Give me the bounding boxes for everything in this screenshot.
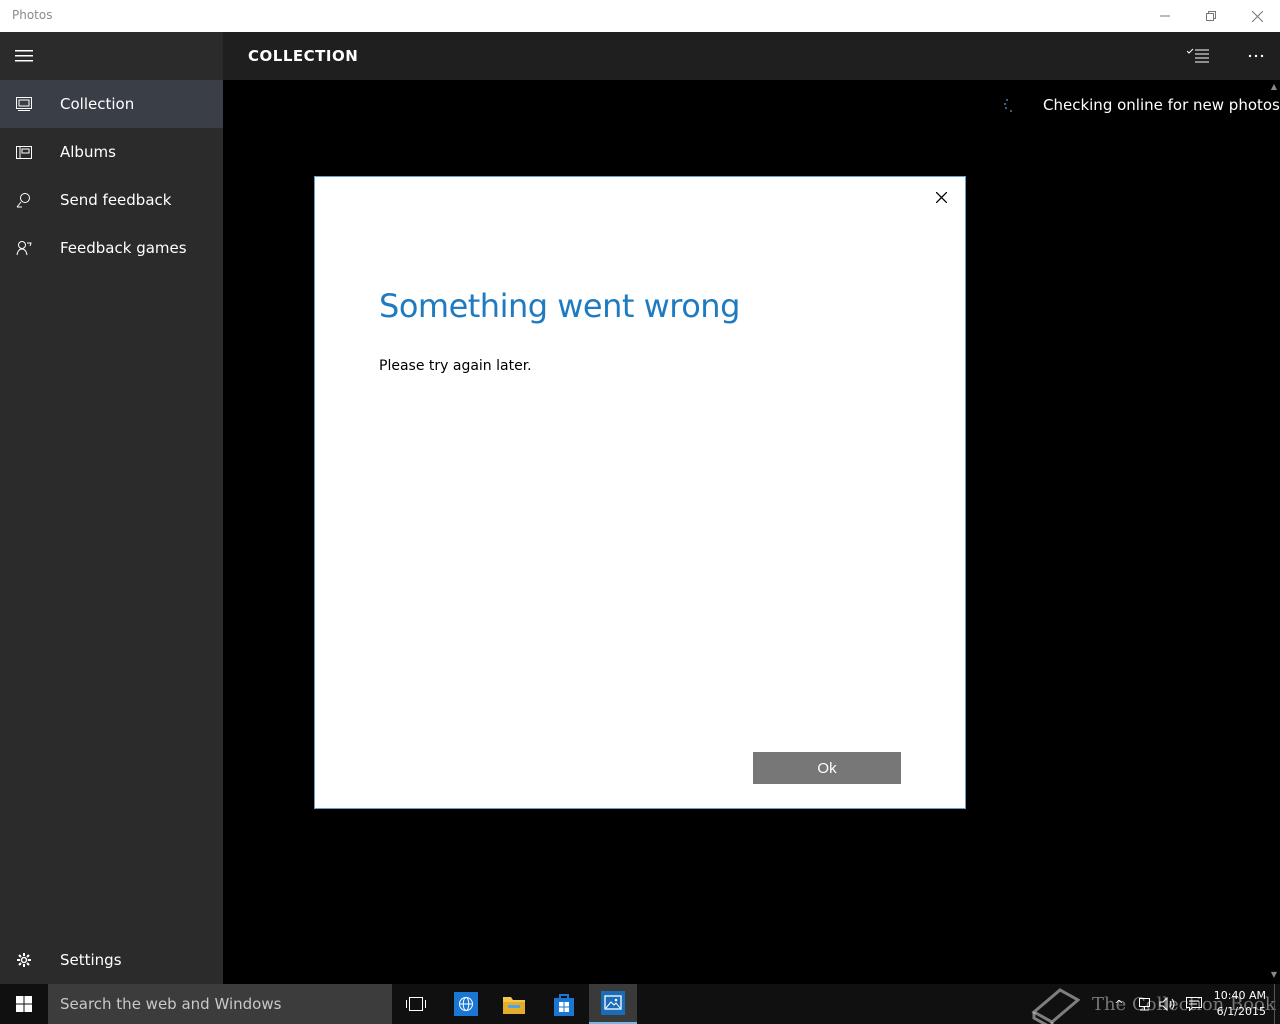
browser-button[interactable]: [442, 984, 490, 1024]
start-button[interactable]: [0, 984, 48, 1024]
book-icon: [1031, 988, 1080, 1024]
clock[interactable]: 10:40 AM 6/1/2015: [1212, 988, 1266, 1020]
store-icon: [554, 994, 574, 1016]
sync-status: Checking online for new photos: [1003, 96, 1280, 114]
photos-icon: [601, 991, 625, 1015]
nav-item-feedback-games[interactable]: Feedback games: [0, 224, 223, 272]
show-desktop-button[interactable]: [1274, 984, 1280, 1024]
dialog-close-button[interactable]: [927, 183, 955, 211]
page-title: COLLECTION: [248, 47, 359, 65]
store-button[interactable]: [540, 984, 588, 1024]
clock-date: 6/1/2015: [1216, 1005, 1266, 1018]
close-icon: [1251, 10, 1263, 22]
browser-icon: [454, 992, 478, 1016]
app-title: Photos: [12, 8, 53, 22]
nav-item-label: Albums: [60, 143, 116, 161]
photos-app-button[interactable]: [589, 984, 637, 1024]
nav-item-settings[interactable]: Settings: [0, 936, 223, 984]
message-icon: [1186, 997, 1202, 1011]
collection-icon: [0, 80, 48, 128]
network-button[interactable]: [1134, 984, 1154, 1024]
scroll-down-arrow-icon[interactable]: ▼: [1268, 970, 1280, 979]
hamburger-button[interactable]: [0, 32, 48, 80]
error-dialog: Something went wrong Please try again la…: [314, 176, 966, 809]
volume-button[interactable]: [1158, 984, 1178, 1024]
gear-icon: [0, 936, 48, 984]
nav-item-label: Collection: [60, 95, 135, 113]
feedback-icon: [0, 176, 48, 224]
clock-time: 10:40 AM: [1213, 989, 1266, 1002]
nav-item-send-feedback[interactable]: Send feedback: [0, 176, 223, 224]
album-icon: [0, 128, 48, 176]
chevron-up-icon: ^: [1114, 997, 1124, 1011]
restore-button[interactable]: [1188, 0, 1234, 32]
nav-item-label: Settings: [60, 951, 122, 969]
close-icon: [935, 191, 947, 203]
scroll-up-arrow-icon[interactable]: ▲: [1268, 82, 1280, 91]
dialog-message: Please try again later.: [379, 358, 532, 374]
nav-pane: Collection Albums Send feedback Feedback…: [0, 32, 223, 984]
nav-item-label: Feedback games: [60, 239, 187, 257]
select-list-icon: [1187, 48, 1209, 63]
select-button[interactable]: [1174, 32, 1222, 80]
windows-logo-icon: [16, 996, 32, 1012]
games-icon: [0, 224, 48, 272]
file-explorer-button[interactable]: [490, 984, 538, 1024]
status-text: Checking online for new photos: [1043, 96, 1280, 114]
more-icon: [1248, 54, 1264, 58]
ok-button[interactable]: Ok: [753, 752, 901, 784]
nav-item-collection[interactable]: Collection: [0, 80, 223, 128]
app-header: COLLECTION: [223, 32, 1280, 80]
show-hidden-icons-button[interactable]: ^: [1112, 984, 1126, 1024]
nav-item-albums[interactable]: Albums: [0, 128, 223, 176]
minimize-button[interactable]: [1142, 0, 1188, 32]
task-view-icon: [406, 997, 426, 1011]
taskbar: Search the web and Windows The Collectio…: [0, 984, 1280, 1024]
search-input[interactable]: Search the web and Windows: [48, 984, 392, 1024]
nav-item-label: Send feedback: [60, 191, 172, 209]
dialog-title: Something went wrong: [379, 287, 740, 325]
hamburger-icon: [15, 50, 33, 62]
volume-icon: [1159, 997, 1175, 1011]
progress-ring-icon: [1004, 99, 1012, 112]
title-bar: Photos: [0, 0, 1280, 32]
minimize-icon: [1160, 15, 1170, 17]
more-button[interactable]: [1232, 32, 1280, 80]
task-view-button[interactable]: [392, 984, 440, 1024]
file-explorer-icon: [503, 997, 525, 1014]
close-window-button[interactable]: [1234, 0, 1280, 32]
network-icon: [1139, 998, 1150, 1011]
restore-icon: [1206, 11, 1216, 21]
action-center-button[interactable]: [1184, 984, 1204, 1024]
